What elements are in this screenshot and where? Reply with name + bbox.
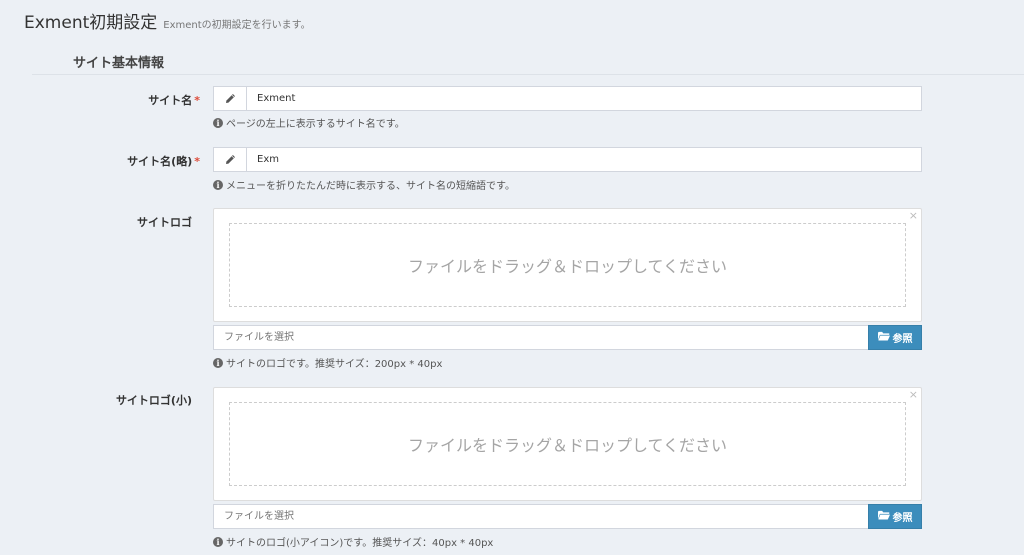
browse-label: 参照 <box>892 334 913 345</box>
site-name-help-text: ページの左上に表示するサイト名です。 <box>226 119 405 130</box>
site-logo-browse-button[interactable]: 参照 <box>868 325 922 350</box>
page-subtitle: Exmentの初期設定を行います。 <box>163 20 311 31</box>
site-logo-small-preview-box: × ファイルをドラッグ＆ドロップしてください <box>213 387 922 501</box>
site-logo-small-label: サイトロゴ(小) <box>0 392 192 408</box>
folder-open-icon <box>877 510 890 523</box>
site-name-short-input[interactable] <box>247 148 921 171</box>
info-icon: i <box>213 357 223 368</box>
site-name-short-label-text: サイト名(略) <box>127 155 193 168</box>
site-logo-preview-box: × ファイルをドラッグ＆ドロップしてください <box>213 208 922 322</box>
pencil-icon <box>214 148 247 171</box>
site-logo-label-text: サイトロゴ <box>137 216 192 229</box>
site-name-help: i ページの左上に表示するサイト名です。 <box>213 115 405 130</box>
site-logo-file-row: 参照 <box>213 325 922 350</box>
info-icon: i <box>213 536 223 547</box>
page-header: Exment初期設定 Exmentの初期設定を行います。 <box>24 8 311 33</box>
browse-label: 参照 <box>892 513 913 524</box>
info-icon: i <box>213 179 223 190</box>
site-logo-small-drop-zone[interactable]: ファイルをドラッグ＆ドロップしてください <box>229 402 906 486</box>
site-logo-label: サイトロゴ <box>0 214 192 230</box>
site-logo-drop-zone[interactable]: ファイルをドラッグ＆ドロップしてください <box>229 223 906 307</box>
section-title: サイト基本情報 <box>73 56 165 71</box>
close-icon[interactable]: × <box>909 388 918 401</box>
close-icon[interactable]: × <box>909 209 918 222</box>
required-mark: * <box>194 155 200 168</box>
section-divider <box>32 74 1024 75</box>
pencil-icon <box>214 87 247 110</box>
site-logo-small-file-input[interactable] <box>213 504 868 529</box>
site-logo-help: i サイトのロゴです。推奨サイズ：200px * 40px <box>213 355 442 370</box>
site-name-short-label: サイト名(略) * <box>0 153 200 169</box>
site-logo-help-text: サイトのロゴです。推奨サイズ：200px * 40px <box>226 359 443 370</box>
folder-open-icon <box>877 331 890 344</box>
site-name-short-help: i メニューを折りたたんだ時に表示する、サイト名の短縮語です。 <box>213 177 515 192</box>
required-mark: * <box>194 94 200 107</box>
site-logo-small-label-text: サイトロゴ(小) <box>115 394 192 407</box>
site-name-short-help-text: メニューを折りたたんだ時に表示する、サイト名の短縮語です。 <box>226 181 515 192</box>
site-logo-small-file-row: 参照 <box>213 504 922 529</box>
info-icon: i <box>213 117 223 128</box>
site-name-input-group <box>213 86 922 111</box>
site-name-short-input-group <box>213 147 922 172</box>
site-logo-file-input[interactable] <box>213 325 868 350</box>
site-name-label-text: サイト名 <box>148 94 193 107</box>
site-logo-small-help-text: サイトのロゴ(小アイコン)です。推奨サイズ：40px * 40px <box>226 538 494 549</box>
site-logo-small-browse-button[interactable]: 参照 <box>868 504 922 529</box>
site-logo-small-help: i サイトのロゴ(小アイコン)です。推奨サイズ：40px * 40px <box>213 534 493 549</box>
page-title: Exment初期設定 <box>24 13 158 33</box>
site-name-input[interactable] <box>247 87 921 110</box>
site-name-label: サイト名 * <box>0 92 200 108</box>
